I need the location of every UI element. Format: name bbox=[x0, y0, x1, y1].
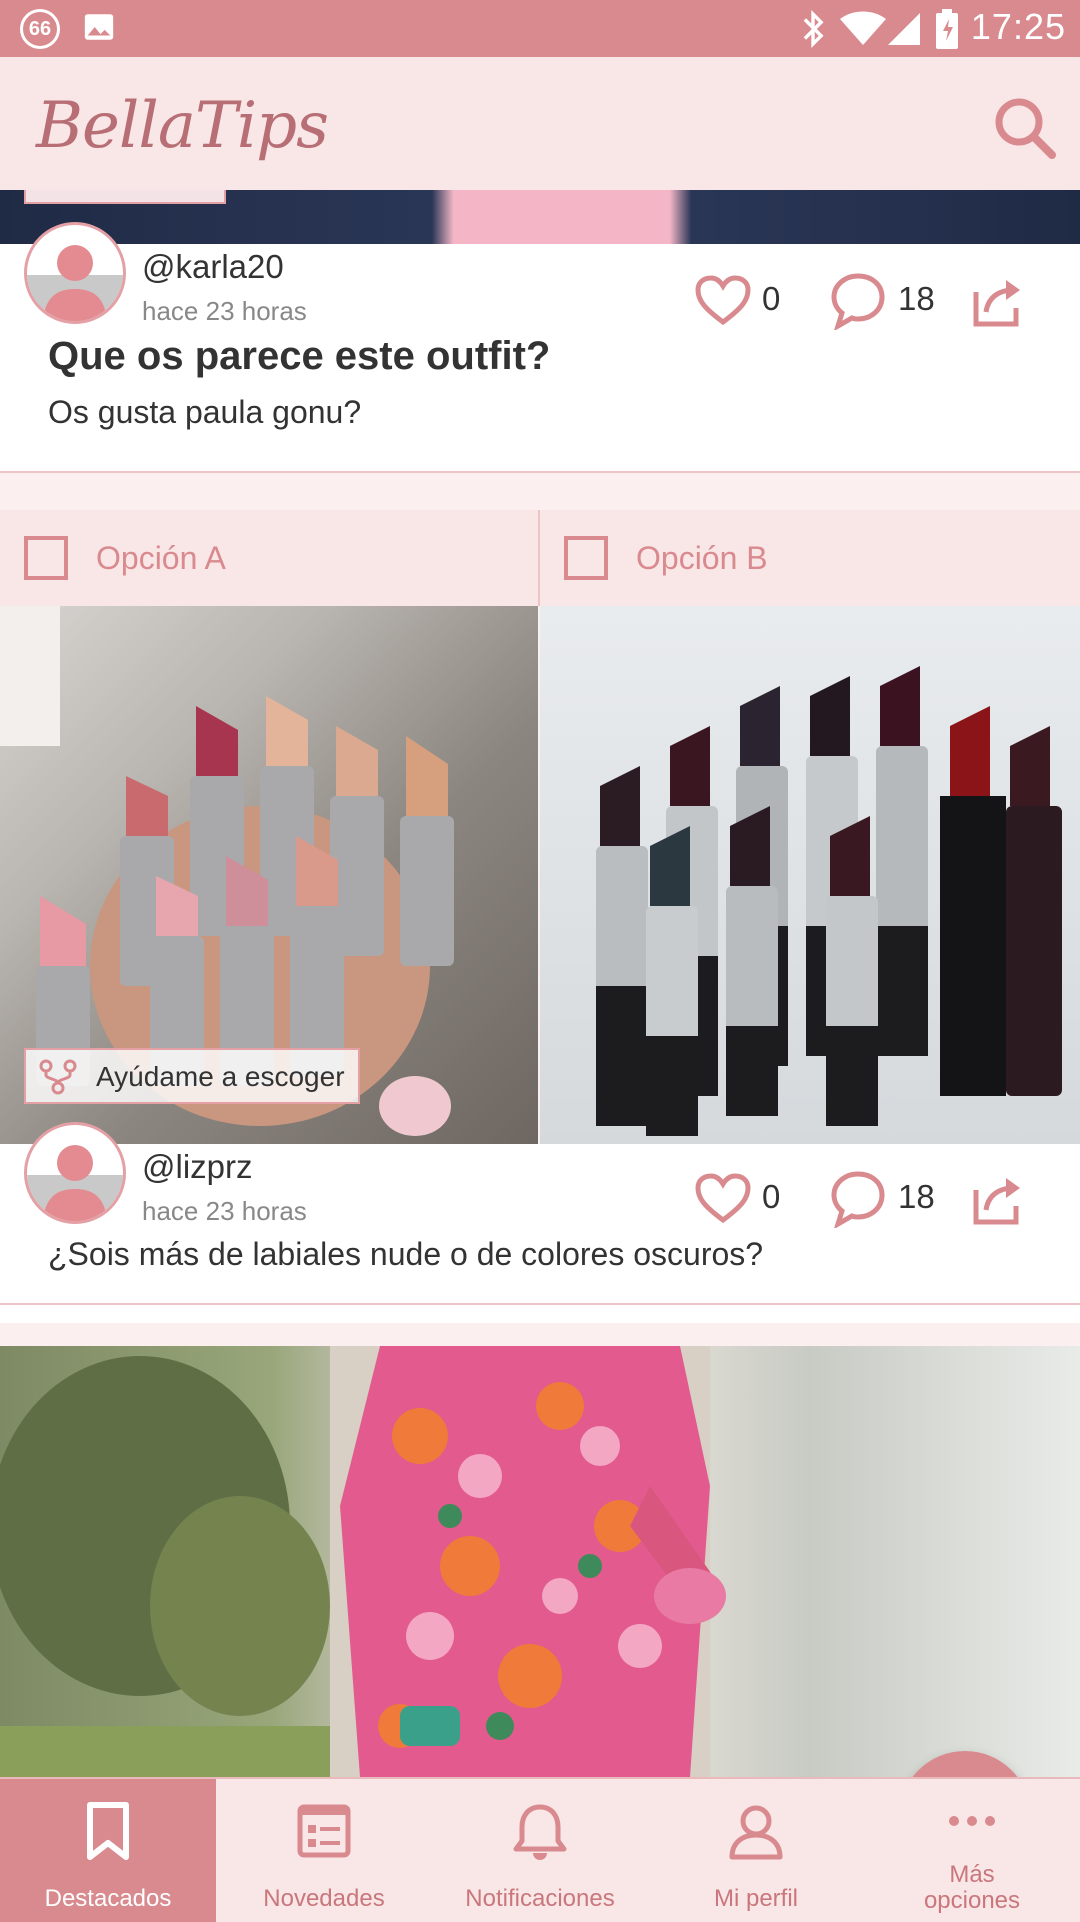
post-card-karla20[interactable]: @karla20 hace 23 horas 0 18 Que os parec… bbox=[0, 222, 1080, 471]
option-b-checkbox[interactable] bbox=[564, 536, 608, 580]
more-icon bbox=[949, 1816, 995, 1826]
option-b-label: Opción B bbox=[636, 540, 768, 576]
bell-icon bbox=[513, 1804, 567, 1860]
nav-label: Novedades bbox=[263, 1885, 385, 1912]
heart-icon[interactable] bbox=[694, 1172, 752, 1224]
signal-icon bbox=[888, 13, 920, 45]
post-image-floral[interactable] bbox=[0, 1346, 1080, 1777]
image-icon bbox=[84, 14, 114, 40]
avatar[interactable] bbox=[24, 222, 126, 324]
fork-icon bbox=[39, 1059, 77, 1095]
post-text: ¿Sois más de labiales nude o de colores … bbox=[48, 1236, 764, 1272]
search-icon bbox=[995, 98, 1056, 159]
default-avatar-icon bbox=[27, 245, 123, 321]
floral-dress-illustration bbox=[0, 1346, 726, 1777]
nav-mas-opciones[interactable]: Más opciones bbox=[864, 1779, 1080, 1922]
divider bbox=[0, 471, 1080, 473]
app-bar: BellaTips bbox=[0, 57, 1080, 192]
bottom-nav: Destacados Novedades Notificaciones Mi p… bbox=[0, 1777, 1080, 1922]
nav-label: Destacados bbox=[44, 1885, 172, 1912]
share-icon[interactable] bbox=[972, 272, 1024, 328]
comment-count: 18 bbox=[898, 1178, 935, 1215]
post-title: Que os parece este outfit? bbox=[48, 334, 551, 378]
nav-destacados[interactable]: Destacados bbox=[0, 1779, 216, 1922]
heart-icon[interactable] bbox=[694, 274, 752, 326]
search-button[interactable] bbox=[990, 93, 1058, 161]
help-tag-partial bbox=[24, 190, 226, 204]
username[interactable]: @lizprz bbox=[142, 1148, 253, 1186]
post-text: Os gusta paula gonu? bbox=[48, 394, 362, 430]
bluetooth-icon bbox=[803, 10, 824, 48]
divider bbox=[0, 1303, 1080, 1305]
post-time: hace 23 horas bbox=[142, 296, 307, 326]
option-b-image[interactable] bbox=[540, 606, 1080, 1144]
post-image-karla20[interactable] bbox=[0, 190, 1080, 244]
option-a-label: Opción A bbox=[96, 540, 226, 576]
nav-mi-perfil[interactable]: Mi perfil bbox=[648, 1779, 864, 1922]
person-icon bbox=[729, 1805, 783, 1860]
wifi-icon bbox=[840, 11, 886, 45]
comment-count: 18 bbox=[898, 280, 935, 317]
like-count: 0 bbox=[762, 1178, 781, 1215]
nav-notificaciones[interactable]: Notificaciones bbox=[432, 1779, 648, 1922]
help-me-choose-tag[interactable]: Ayúdame a escoger bbox=[24, 1048, 360, 1104]
dark-lipsticks-illustration bbox=[596, 666, 1062, 1136]
comment-icon[interactable] bbox=[830, 272, 886, 330]
battery-charging-icon bbox=[936, 9, 958, 49]
app-logo: BellaTips bbox=[36, 89, 329, 163]
comment-icon[interactable] bbox=[830, 1170, 886, 1228]
bookmark-icon bbox=[87, 1802, 129, 1860]
post-time: hace 23 horas bbox=[142, 1196, 307, 1226]
nav-label: Mi perfil bbox=[713, 1885, 798, 1912]
option-a-checkbox[interactable] bbox=[24, 536, 68, 580]
poll-option-a[interactable]: Opción A bbox=[0, 510, 538, 606]
avatar[interactable] bbox=[24, 1122, 126, 1224]
nav-label: Más bbox=[949, 1861, 995, 1888]
share-icon[interactable] bbox=[972, 1170, 1024, 1226]
poll-option-b[interactable]: Opción B bbox=[540, 510, 1080, 606]
news-icon bbox=[297, 1804, 351, 1858]
notification-count: 66 bbox=[28, 18, 52, 40]
help-me-choose-label: Ayúdame a escoger bbox=[96, 1061, 345, 1092]
notification-count-icon: 66 bbox=[20, 9, 60, 49]
feed[interactable]: @karla20 hace 23 horas 0 18 Que os parec… bbox=[0, 190, 1080, 1777]
like-count: 0 bbox=[762, 280, 781, 317]
nav-label: Notificaciones bbox=[465, 1885, 615, 1912]
post-card-lizprz[interactable]: @lizprz hace 23 horas 0 18 ¿Sois más de … bbox=[0, 1122, 1080, 1323]
nav-novedades[interactable]: Novedades bbox=[216, 1779, 432, 1922]
status-bar: 66 17:25 bbox=[0, 0, 1080, 57]
default-avatar-icon bbox=[27, 1145, 123, 1221]
nav-label: opciones bbox=[923, 1887, 1021, 1914]
username[interactable]: @karla20 bbox=[142, 248, 284, 286]
status-time: 17:25 bbox=[970, 6, 1066, 47]
